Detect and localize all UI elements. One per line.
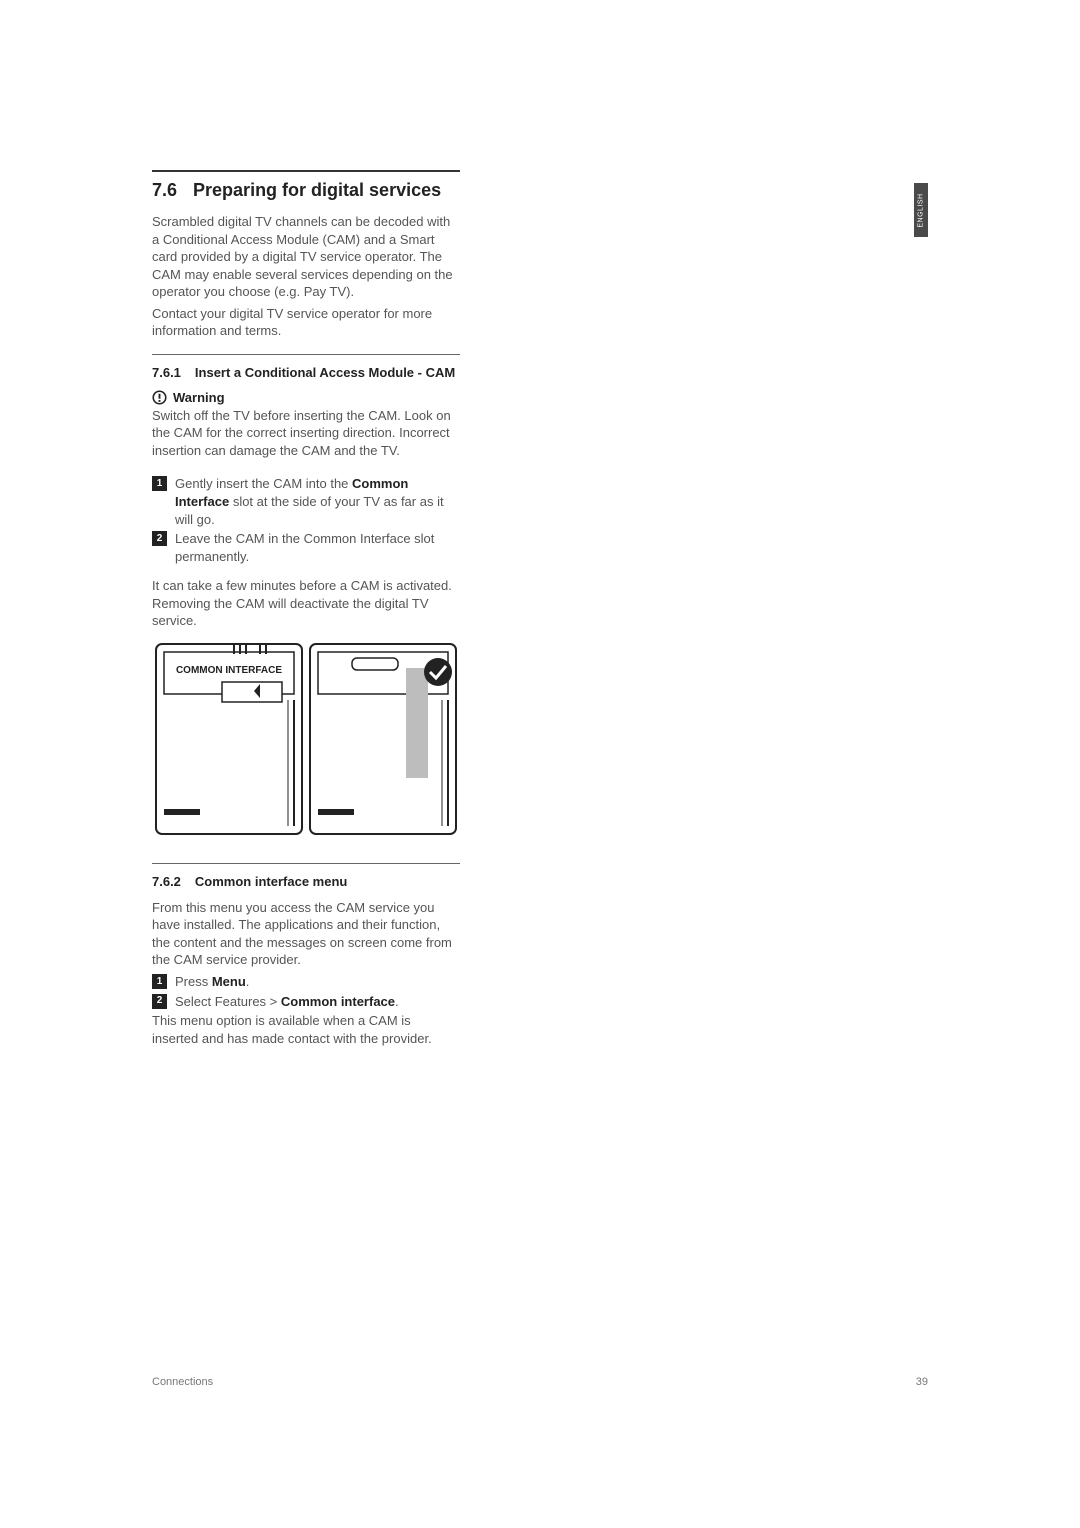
- subsection-2-heading: 7.6.2 Common interface menu: [152, 874, 460, 889]
- subsection-rule: [152, 354, 460, 355]
- step-1-text: Gently insert the CAM into the Common In…: [175, 475, 460, 528]
- section-rule: [152, 170, 460, 172]
- sub2-step-2: 2 Select Features > Common interface.: [152, 993, 460, 1011]
- warning-text: Switch off the TV before inserting the C…: [152, 407, 460, 460]
- subsection-2-number: 7.6.2: [152, 874, 181, 889]
- sub1-step-2: 2 Leave the CAM in the Common Interface …: [152, 530, 460, 565]
- page-footer: Connections 39: [152, 1376, 928, 1388]
- sub1-step-1: 1 Gently insert the CAM into the Common …: [152, 475, 460, 528]
- sub2-step-1: 1 Press Menu.: [152, 973, 460, 991]
- section-number: 7.6: [152, 180, 177, 201]
- footer-section-name: Connections: [152, 1376, 213, 1388]
- main-content-column: 7.6 Preparing for digital services Scram…: [152, 170, 460, 1051]
- intro-paragraph-2: Contact your digital TV service operator…: [152, 305, 460, 340]
- subsection-1-title: Insert a Conditional Access Module - CAM: [195, 365, 455, 380]
- step-number-badge: 2: [152, 531, 167, 546]
- diagram-slot-label: COMMON INTERFACE: [176, 665, 282, 676]
- warning-label: Warning: [173, 390, 225, 405]
- step-number-badge: 2: [152, 994, 167, 1009]
- subsection-2-title: Common interface menu: [195, 874, 347, 889]
- sub2-step-2-text: Select Features > Common interface.: [175, 993, 460, 1011]
- warning-icon: [152, 390, 167, 405]
- language-label: ENGLISH: [918, 193, 925, 227]
- section-title: Preparing for digital services: [193, 180, 441, 201]
- section-heading: 7.6 Preparing for digital services: [152, 180, 460, 201]
- intro-paragraph-1: Scrambled digital TV channels can be dec…: [152, 213, 460, 301]
- subsection-1-number: 7.6.1: [152, 365, 181, 380]
- subsection-rule-2: [152, 863, 460, 864]
- warning-row: Warning: [152, 390, 460, 405]
- subsection-1-heading: 7.6.1 Insert a Conditional Access Module…: [152, 365, 460, 380]
- sub2-intro: From this menu you access the CAM servic…: [152, 899, 460, 969]
- manual-page: ENGLISH 7.6 Preparing for digital servic…: [0, 0, 1080, 1528]
- language-tab: ENGLISH: [914, 183, 928, 237]
- sub2-step-1-text: Press Menu.: [175, 973, 460, 991]
- step-number-badge: 1: [152, 476, 167, 491]
- step-number-badge: 1: [152, 974, 167, 989]
- footer-page-number: 39: [916, 1376, 928, 1388]
- sub2-after-text: This menu option is available when a CAM…: [152, 1012, 460, 1047]
- step-2-text: Leave the CAM in the Common Interface sl…: [175, 530, 460, 565]
- cam-insertion-diagram: COMMON INTERFACE: [152, 640, 460, 845]
- post-steps-text: It can take a few minutes before a CAM i…: [152, 577, 460, 630]
